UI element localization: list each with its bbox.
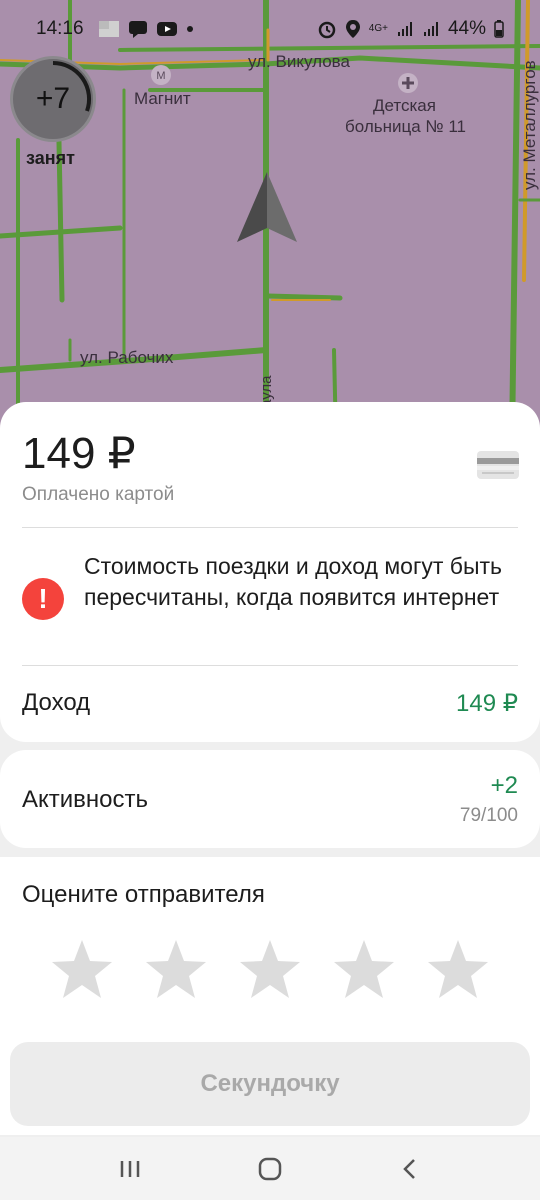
activity-label: Активность [22,786,149,813]
network-type: 4G+ [368,23,388,34]
priority-badge[interactable]: +7 [10,56,96,142]
driver-status: занят [26,148,75,168]
star-5-button[interactable] [426,937,490,1001]
hospital-icon [398,73,418,93]
signal-icon [396,20,414,38]
map-label-hospital-1: Детская [373,96,436,115]
star-icon [52,940,112,998]
more-dot-icon [186,25,194,33]
recent-apps-icon [120,1160,140,1177]
location-icon [345,19,361,39]
alarm-icon [317,19,337,39]
star-icon [146,940,206,998]
battery-level: 44% [447,18,486,39]
app-notification-icon [98,19,120,39]
battery-icon [494,20,504,38]
divider [22,527,518,528]
back-button[interactable] [380,1144,440,1194]
star-3-button[interactable] [238,937,302,1001]
navigation-arrow-icon [237,172,297,242]
svg-text:M: M [156,70,165,82]
payment-method: Оплачено картой [22,484,175,505]
signal-2-icon [422,20,440,38]
activity-delta: +2 [490,772,518,799]
divider [22,665,518,666]
map-label-rabochikh: ул. Рабочих [80,348,174,367]
warning-icon: ! [22,578,64,620]
map-label-metallurgov: ул. Металлургов [520,60,539,190]
recent-apps-button[interactable] [100,1144,160,1194]
star-1-button[interactable] [50,937,114,1001]
message-icon [128,19,148,39]
priority-value: +7 [35,82,71,115]
star-icon [334,940,394,998]
star-2-button[interactable] [144,937,208,1001]
store-icon: M [151,65,171,85]
star-icon [240,940,300,998]
rating-title: Оцените отправителя [22,881,265,908]
order-price: 149 ₽ [22,429,136,478]
submit-button[interactable]: Секундочку [10,1042,530,1126]
back-icon [403,1158,415,1179]
income-label: Доход [22,689,91,716]
offline-warning-text: Стоимость поездки и доход могут быть пер… [84,553,502,610]
clock: 14:16 [36,18,84,39]
map-label-magnit: Магнит [134,89,191,108]
income-value: 149 ₽ [456,690,518,717]
star-icon [428,940,488,998]
activity-total: 79/100 [459,805,518,826]
map-label-hospital-2: больница № 11 [345,117,467,136]
home-icon [258,1157,282,1180]
home-button[interactable] [240,1144,300,1194]
bank-card-icon [477,451,519,479]
star-4-button[interactable] [332,937,396,1001]
system-navigation-bar [0,1137,540,1200]
star-rating [50,937,490,1001]
youtube-icon [156,20,178,38]
status-bar: 14:16 4G+ 44% [0,0,540,58]
